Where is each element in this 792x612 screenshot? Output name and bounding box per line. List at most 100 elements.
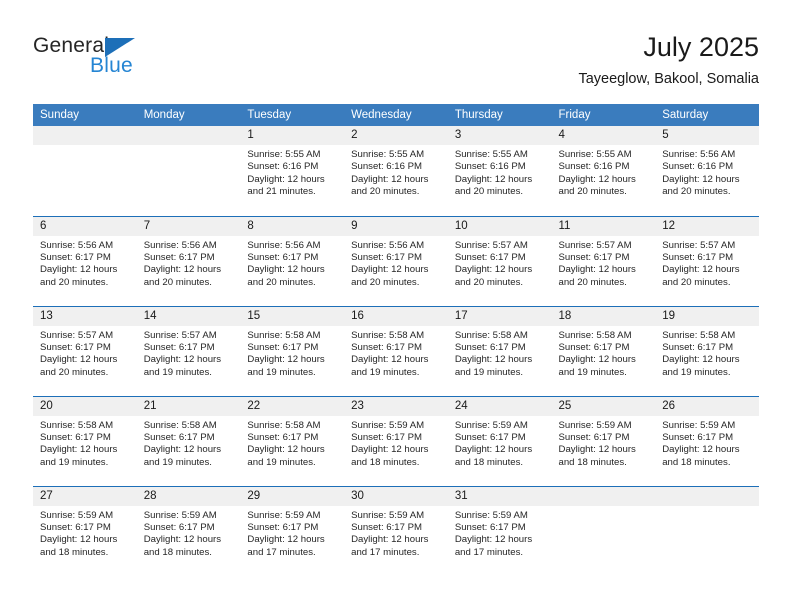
info-sunrise: Sunrise: 5:57 AM [662,239,736,251]
info-sunset: Sunset: 6:17 PM [247,251,319,263]
info-daylight-line2: and 18 minutes. [40,546,109,558]
day-number: 7 [136,216,241,236]
day-number: 18 [551,306,656,326]
info-sunset: Sunset: 6:17 PM [143,521,215,533]
day-number: 12 [655,216,759,236]
info-daylight-line1: Daylight: 12 hours [247,173,325,185]
info-daylight-line1: Daylight: 12 hours [247,264,325,276]
day-info: Sunrise: 5:55 AM Sunset: 6:16 PM Daylight:… [552,145,656,199]
info-sunrise: Sunrise: 5:58 AM [247,329,321,341]
calendar-day-cell[interactable]: 18 Sunrise: 5:58 AM Sunset: 6:17 PM Dayligh… [551,305,656,396]
info-sunset: Sunset: 6:17 PM [351,251,423,263]
day-info: Sunrise: 5:58 AM Sunset: 6:17 PM Daylight:… [33,416,137,470]
calendar-day-cell[interactable]: 5 Sunrise: 5:56 AM Sunset: 6:16 PM Daylight… [655,126,759,216]
day-number: 29 [240,486,345,506]
calendar-day-cell[interactable]: 27 Sunrise: 5:59 AM Sunset: 6:17 PM Dayligh… [33,485,137,576]
calendar-day-cell[interactable]: 9 Sunrise: 5:56 AM Sunset: 6:17 PM Daylight… [344,215,448,306]
info-sunset: Sunset: 6:17 PM [40,341,111,353]
info-daylight-line1: Daylight: 12 hours [143,354,222,366]
calendar-day-cell[interactable]: 20 Sunrise: 5:58 AM Sunset: 6:17 PM Dayligh… [33,395,137,486]
info-daylight-line2: and 18 minutes. [454,456,524,468]
info-daylight-line1: Daylight: 12 hours [247,354,325,366]
info-sunset: Sunset: 6:17 PM [454,341,526,353]
calendar-day-cell[interactable]: 7 Sunrise: 5:56 AM Sunset: 6:17 PM Daylight… [136,215,241,306]
info-sunset: Sunset: 6:17 PM [247,431,319,443]
info-sunrise: Sunrise: 5:58 AM [143,419,217,431]
calendar-day-cell[interactable]: 30 Sunrise: 5:59 AM Sunset: 6:17 PM Dayligh… [344,485,448,576]
calendar-day-cell[interactable]: 31 Sunrise: 5:59 AM Sunset: 6:17 PM Dayligh… [447,485,552,576]
info-daylight-line1: Daylight: 12 hours [40,264,118,276]
calendar-day-cell[interactable]: 22 Sunrise: 5:58 AM Sunset: 6:17 PM Dayligh… [240,395,345,486]
calendar-day-cell[interactable]: 26 Sunrise: 5:59 AM Sunset: 6:17 PM Dayligh… [655,395,759,486]
info-sunset: Sunset: 6:17 PM [40,521,111,533]
calendar-day-cell[interactable]: 16 Sunrise: 5:58 AM Sunset: 6:17 PM Dayligh… [344,305,448,396]
day-number: 28 [136,486,241,506]
calendar-empty-cell [136,126,241,216]
info-sunset: Sunset: 6:17 PM [558,341,630,353]
calendar-day-cell[interactable]: 25 Sunrise: 5:59 AM Sunset: 6:17 PM Dayligh… [551,395,656,486]
calendar-day-cell[interactable]: 2 Sunrise: 5:55 AM Sunset: 6:16 PM Daylight… [344,126,448,216]
info-daylight-line2: and 17 minutes. [454,546,524,558]
info-sunset: Sunset: 6:17 PM [558,251,630,263]
calendar-week-row: 1 Sunrise: 5:55 AM Sunset: 6:16 PM Daylight… [33,126,759,216]
calendar-day-cell[interactable]: 21 Sunrise: 5:58 AM Sunset: 6:17 PM Dayligh… [136,395,241,486]
info-sunrise: Sunrise: 5:59 AM [558,419,632,431]
day-number: 11 [551,216,656,236]
day-number: 14 [136,306,241,326]
day-info: Sunrise: 5:58 AM Sunset: 6:17 PM Daylight:… [448,326,552,380]
calendar-day-cell[interactable]: 29 Sunrise: 5:59 AM Sunset: 6:17 PM Dayligh… [240,485,345,576]
general-blue-logo[interactable]: General Blue [33,34,183,86]
info-sunrise: Sunrise: 5:56 AM [247,239,321,251]
info-daylight-line1: Daylight: 12 hours [40,444,118,456]
calendar-day-cell[interactable]: 15 Sunrise: 5:58 AM Sunset: 6:17 PM Dayligh… [240,305,345,396]
day-number: 26 [655,396,759,416]
calendar-day-cell[interactable]: 4 Sunrise: 5:55 AM Sunset: 6:16 PM Daylight… [551,126,656,216]
day-info: Sunrise: 5:57 AM Sunset: 6:17 PM Daylight:… [137,326,241,380]
calendar-day-cell[interactable]: 14 Sunrise: 5:57 AM Sunset: 6:17 PM Dayligh… [136,305,241,396]
day-number: 25 [551,396,656,416]
info-daylight-line2: and 20 minutes. [662,276,731,288]
info-daylight-line2: and 20 minutes. [662,186,731,198]
info-daylight-line1: Daylight: 12 hours [454,354,533,366]
day-info: Sunrise: 5:59 AM Sunset: 6:17 PM Daylight:… [240,506,344,560]
info-daylight-line2: and 19 minutes. [143,366,212,378]
info-sunset: Sunset: 6:17 PM [247,521,319,533]
calendar-day-cell[interactable]: 10 Sunrise: 5:57 AM Sunset: 6:17 PM Dayligh… [447,215,552,306]
calendar-day-cell[interactable]: 3 Sunrise: 5:55 AM Sunset: 6:16 PM Daylight… [447,126,552,216]
info-sunrise: Sunrise: 5:59 AM [143,509,217,521]
calendar-day-cell[interactable]: 24 Sunrise: 5:59 AM Sunset: 6:17 PM Dayligh… [447,395,552,486]
weekday-header-thursday: Thursday [447,104,552,126]
calendar-day-cell[interactable]: 13 Sunrise: 5:57 AM Sunset: 6:17 PM Dayligh… [33,305,137,396]
info-sunrise: Sunrise: 5:55 AM [351,149,425,160]
calendar-day-cell[interactable]: 6 Sunrise: 5:56 AM Sunset: 6:17 PM Daylight… [33,215,137,306]
info-sunset: Sunset: 6:16 PM [558,161,630,173]
info-sunrise: Sunrise: 5:59 AM [662,419,736,431]
calendar-day-cell[interactable]: 11 Sunrise: 5:57 AM Sunset: 6:17 PM Dayligh… [551,215,656,306]
info-daylight-line2: and 20 minutes. [454,186,524,198]
day-info: Sunrise: 5:59 AM Sunset: 6:17 PM Daylight:… [137,506,241,560]
info-daylight-line1: Daylight: 12 hours [558,173,636,185]
info-daylight-line1: Daylight: 12 hours [143,444,222,456]
day-number: 22 [240,396,345,416]
day-info: Sunrise: 5:59 AM Sunset: 6:17 PM Daylight:… [33,506,137,560]
calendar-day-cell[interactable]: 17 Sunrise: 5:58 AM Sunset: 6:17 PM Dayligh… [447,305,552,396]
info-sunrise: Sunrise: 5:59 AM [454,419,528,431]
day-number: 15 [240,306,345,326]
calendar-day-cell[interactable]: 1 Sunrise: 5:55 AM Sunset: 6:16 PM Daylight… [240,126,345,216]
info-daylight-line2: and 20 minutes. [40,276,109,288]
day-info: Sunrise: 5:57 AM Sunset: 6:17 PM Daylight:… [552,236,656,290]
calendar-day-cell[interactable]: 19 Sunrise: 5:58 AM Sunset: 6:17 PM Dayligh… [655,305,759,396]
day-number: 6 [33,216,137,236]
calendar-day-cell[interactable]: 12 Sunrise: 5:57 AM Sunset: 6:17 PM Dayligh… [655,215,759,306]
calendar-empty-cell [33,126,137,216]
info-daylight-line2: and 20 minutes. [454,276,524,288]
day-info: Sunrise: 5:58 AM Sunset: 6:17 PM Daylight:… [655,326,759,380]
info-daylight-line1: Daylight: 12 hours [247,444,325,456]
info-sunset: Sunset: 6:16 PM [454,161,526,173]
calendar-day-cell[interactable]: 8 Sunrise: 5:56 AM Sunset: 6:17 PM Daylight… [240,215,345,306]
calendar-day-cell[interactable]: 28 Sunrise: 5:59 AM Sunset: 6:17 PM Dayligh… [136,485,241,576]
calendar-day-cell[interactable]: 23 Sunrise: 5:59 AM Sunset: 6:17 PM Dayligh… [344,395,448,486]
title-block: July 2025 Tayeeglow, Bakool, Somalia [578,30,759,90]
info-sunrise: Sunrise: 5:56 AM [40,239,114,251]
info-sunset: Sunset: 6:17 PM [662,341,734,353]
